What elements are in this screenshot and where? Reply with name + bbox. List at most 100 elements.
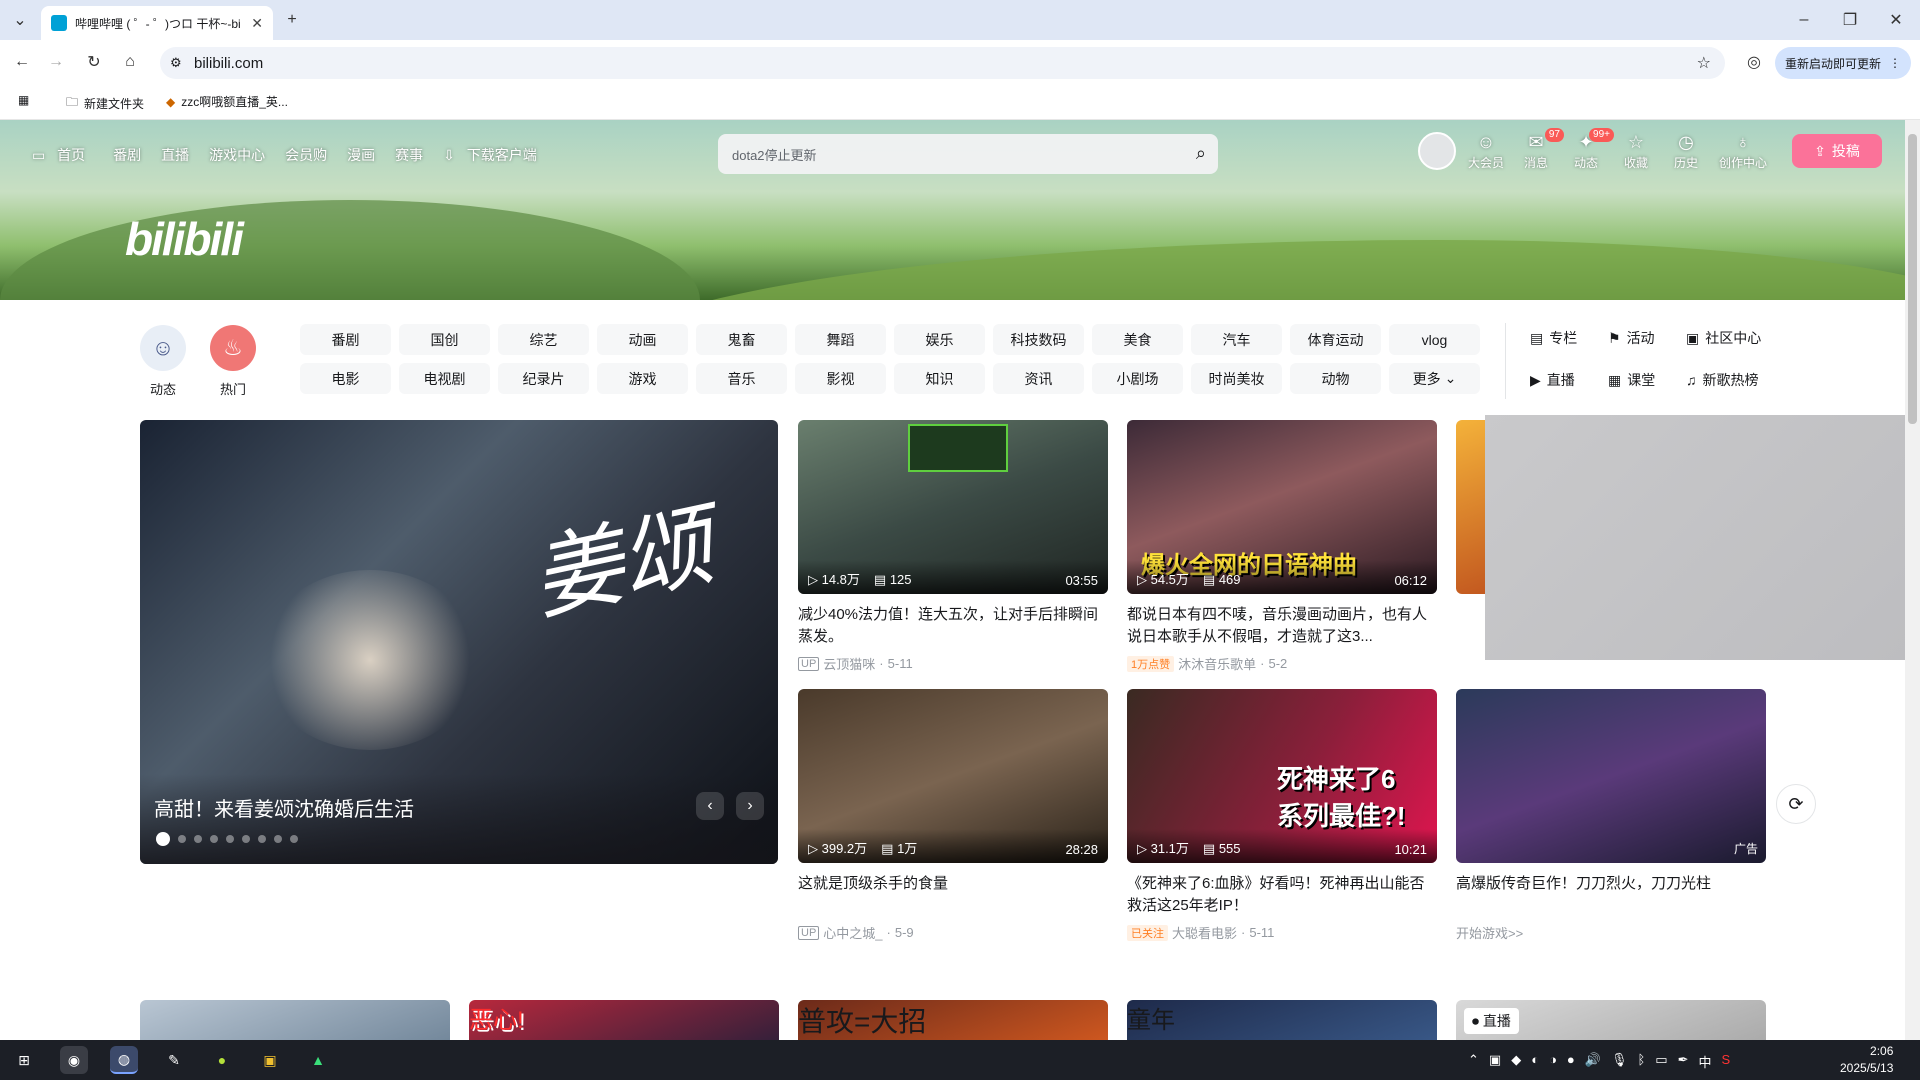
carousel-dot[interactable] <box>226 835 234 843</box>
link-community[interactable]: ▣ 社区中心 <box>1686 324 1786 352</box>
channel-item[interactable]: 影视 <box>795 363 886 394</box>
minimize-button[interactable]: – <box>1790 6 1818 34</box>
home-icon[interactable]: ⌂ <box>116 48 144 76</box>
bilibili-logo[interactable]: bilibili <box>125 212 244 266</box>
channel-item[interactable]: 动物 <box>1290 363 1381 394</box>
forward-icon[interactable]: → <box>42 48 70 76</box>
tray-app-icon[interactable]: ● <box>1567 1052 1575 1071</box>
carousel-dot[interactable] <box>258 835 266 843</box>
pen-icon[interactable]: ✒ <box>1678 1052 1689 1071</box>
update-button[interactable]: 重新启动即可更新 ⋮ <box>1775 47 1911 79</box>
tray-app-icon[interactable]: ◐ <box>1531 1052 1539 1071</box>
avatar[interactable] <box>1418 132 1456 170</box>
ad-title[interactable]: 高爆版传奇巨作！刀刀烈火，刀刀光柱 <box>1456 873 1766 917</box>
app-icon[interactable]: ● <box>208 1046 236 1074</box>
upload-button[interactable]: ⇪ 投稿 <box>1792 134 1882 168</box>
video-title[interactable]: 都说日本有四不唛，音乐漫画动画片，也有人说日本歌手从不假唱，才造就了这3... <box>1127 604 1437 648</box>
refresh-button[interactable]: ⟳ <box>1776 784 1816 824</box>
channel-item[interactable]: vlog <box>1389 324 1480 355</box>
video-author[interactable]: 沐沐音乐歌单 <box>1178 654 1256 673</box>
channel-item[interactable]: 音乐 <box>696 363 787 394</box>
carousel-dot[interactable] <box>210 835 218 843</box>
channel-item[interactable]: 鬼畜 <box>696 324 787 355</box>
channel-item[interactable]: 汽车 <box>1191 324 1282 355</box>
app-icon[interactable]: ▲ <box>304 1046 332 1074</box>
carousel-dot[interactable] <box>156 832 170 846</box>
bluetooth-icon[interactable]: ᛒ <box>1637 1052 1645 1071</box>
channel-item[interactable]: 纪录片 <box>498 363 589 394</box>
app-icon[interactable]: ✎ <box>160 1046 188 1074</box>
volume-icon[interactable]: 🔊 <box>1585 1052 1601 1071</box>
channel-item[interactable]: 时尚美妆 <box>1191 363 1282 394</box>
channel-item[interactable]: 电视剧 <box>399 363 490 394</box>
nav-bangumi[interactable]: 番剧 <box>105 145 149 165</box>
video-thumbnail[interactable]: 恶心! <box>469 1000 779 1040</box>
video-card[interactable]: 死神来了6 系列最佳?! ▷ 31.1万 ▤ 555 10:21 《死神来了6:… <box>1127 689 1437 942</box>
profile-icon[interactable]: ◎ <box>1740 48 1768 76</box>
carousel-next-button[interactable]: › <box>736 792 764 820</box>
tray-app-icon[interactable]: ▣ <box>1489 1052 1501 1071</box>
search-input[interactable]: dota2停止更新 ⌕ <box>718 134 1218 174</box>
ime-indicator[interactable]: 中 <box>1699 1052 1712 1071</box>
carousel-dot[interactable] <box>178 835 186 843</box>
start-game-link[interactable]: 开始游戏>> <box>1456 923 1523 942</box>
banner-carousel[interactable]: 姜颂 高甜！来看姜颂沈确婚后生活 ‹ › <box>140 420 778 864</box>
video-title[interactable]: 《死神来了6:血脉》好看吗！死神再出山能否救活这25年老IP！ <box>1127 873 1437 917</box>
reload-icon[interactable]: ↻ <box>80 48 108 76</box>
link-live[interactable]: ▶ 直播 <box>1530 366 1608 394</box>
live-card-thumbnail[interactable]: ⏺ 直播 <box>1456 1000 1766 1040</box>
video-author[interactable]: 云顶猫咪 <box>823 654 875 673</box>
nav-shop[interactable]: 会员购 <box>277 145 335 165</box>
nav-live[interactable]: 直播 <box>153 145 197 165</box>
tray-app-icon[interactable]: ◑ <box>1549 1052 1557 1071</box>
channel-item[interactable]: 小剧场 <box>1092 363 1183 394</box>
video-thumbnail[interactable]: ▷ 399.2万 ▤ 1万 28:28 <box>798 689 1108 863</box>
channel-item[interactable]: 游戏 <box>597 363 688 394</box>
bulb-icon[interactable]: ♁ 创作中心 <box>1718 132 1768 171</box>
history-icon[interactable]: ◷ 历史 <box>1668 132 1704 171</box>
carousel-prev-button[interactable]: ‹ <box>696 792 724 820</box>
close-window-button[interactable]: ✕ <box>1882 6 1910 34</box>
carousel-dot[interactable] <box>290 835 298 843</box>
tray-app-icon[interactable]: S <box>1722 1052 1731 1071</box>
video-thumbnail[interactable]: 爆火全网的日语神曲 ▷ 54.5万 ▤ 469 06:12 <box>1127 420 1437 594</box>
nav-game-center[interactable]: 游戏中心 <box>201 145 273 165</box>
chevron-up-icon[interactable]: ⌃ <box>1468 1052 1479 1071</box>
link-hot-songs[interactable]: ♫ 新歌热榜 <box>1686 366 1786 394</box>
carousel-dot[interactable] <box>194 835 202 843</box>
video-thumbnail[interactable]: 普攻=大招 <box>798 1000 1108 1040</box>
bookmark-link[interactable]: ◆ zzc啊哦额直播_英... <box>166 93 288 110</box>
mic-icon[interactable]: 🎙 <box>1611 1052 1628 1071</box>
new-tab-button[interactable]: + <box>278 6 306 34</box>
channel-item[interactable]: 资讯 <box>993 363 1084 394</box>
bookmark-folder[interactable]: 🗀 新建文件夹 <box>66 93 144 114</box>
app-icon[interactable]: ◉ <box>60 1046 88 1074</box>
video-title[interactable]: 这就是顶级杀手的食量 <box>798 873 1108 917</box>
channel-item[interactable]: 娱乐 <box>894 324 985 355</box>
start-icon[interactable]: ⊞ <box>10 1046 38 1074</box>
network-icon[interactable]: ▭ <box>1655 1052 1667 1071</box>
link-activity[interactable]: ⚑ 活动 <box>1608 324 1686 352</box>
nav-esports[interactable]: 赛事 <box>387 145 431 165</box>
vip-icon[interactable]: ☺ 大会员 <box>1468 132 1504 171</box>
bookmark-star-icon[interactable]: ☆ <box>1697 53 1711 73</box>
tray-app-icon[interactable]: ◆ <box>1511 1052 1521 1071</box>
carousel-title[interactable]: 高甜！来看姜颂沈确婚后生活 <box>154 793 414 822</box>
chrome-icon[interactable]: ◍ <box>110 1046 138 1074</box>
video-author[interactable]: 心中之城_ <box>823 923 882 942</box>
link-column[interactable]: ▤ 专栏 <box>1530 324 1608 352</box>
apps-grid-icon[interactable]: ▦ <box>18 93 29 107</box>
video-thumbnail[interactable]: 童年 <box>1127 1000 1437 1040</box>
channel-item[interactable]: 国创 <box>399 324 490 355</box>
link-course[interactable]: ▦ 课堂 <box>1608 366 1686 394</box>
star-icon[interactable]: ☆ 收藏 <box>1618 132 1654 171</box>
channel-more[interactable]: 更多 ⌄ <box>1389 363 1480 394</box>
nav-download[interactable]: ⇩ 下载客户端 <box>435 145 553 165</box>
search-icon[interactable]: ⌕ <box>1196 143 1206 164</box>
browser-tab[interactable]: 哔哩哔哩 ( ゜- ゜)つロ 干杯~-bi ✕ <box>41 6 273 40</box>
ad-thumbnail[interactable]: 广告 <box>1456 689 1766 863</box>
dynamic-icon[interactable]: ✦ 动态 99+ <box>1568 128 1614 171</box>
back-icon[interactable]: ← <box>8 48 36 76</box>
channel-item[interactable]: 电影 <box>300 363 391 394</box>
address-bar[interactable]: ⚙ bilibili.com ☆ <box>160 47 1725 79</box>
